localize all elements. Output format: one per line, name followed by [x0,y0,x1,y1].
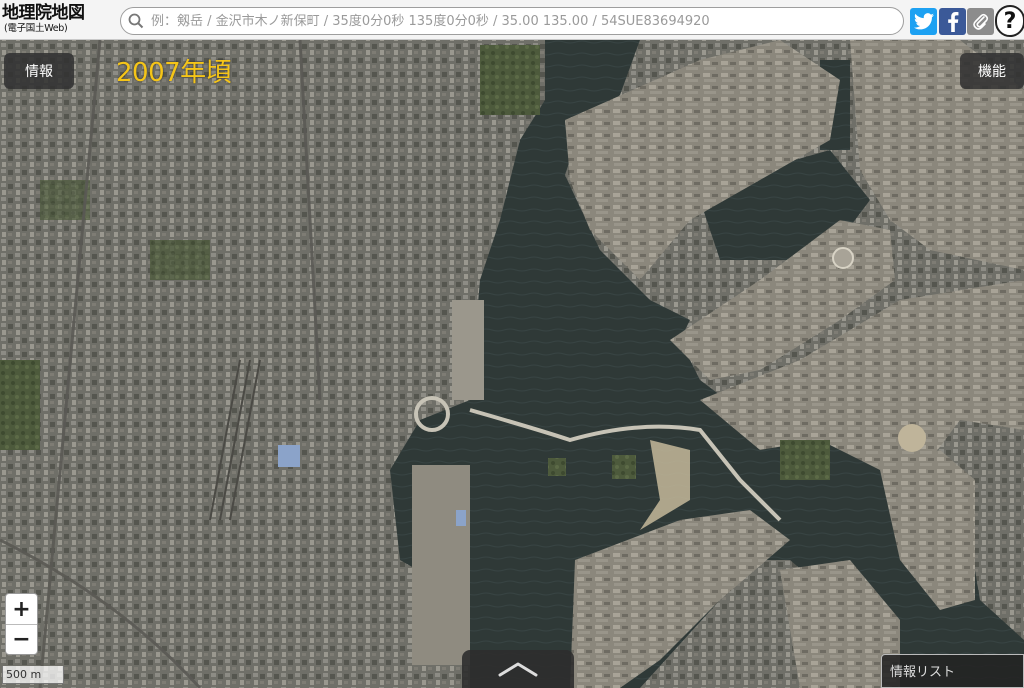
zoom-in-button[interactable]: + [6,594,37,624]
search-box [120,7,904,35]
zoom-control: + − [5,593,38,655]
zoom-out-button[interactable]: − [6,624,37,654]
paperclip-icon [972,13,988,30]
expand-panel-button[interactable] [462,650,574,688]
chevron-up-icon [498,662,538,677]
help-icon: ? [1003,8,1017,34]
help-button[interactable]: ? [995,5,1024,37]
info-button[interactable]: 情報 [4,53,74,89]
twitter-icon [913,13,934,30]
function-button[interactable]: 機能 [960,53,1024,89]
site-logo[interactable]: 地理院地図 (電子国土Web) [2,3,118,39]
search-input[interactable] [151,9,891,33]
map-imagery [0,0,1024,688]
twitter-share-button[interactable] [910,8,937,35]
scale-bar: 500 m [2,666,64,684]
aerial-map[interactable] [0,0,1024,688]
logo-subtitle: (電子国土Web) [4,23,68,34]
link-share-button[interactable] [967,8,994,35]
facebook-icon [947,11,958,32]
top-bar: 地理院地図 (電子国土Web) ? [0,0,1024,40]
search-icon[interactable] [121,8,151,34]
logo-title: 地理院地図 [2,3,85,23]
layer-year-label: 2007年頃 [116,58,232,88]
info-list-button[interactable]: 情報リスト [881,654,1024,688]
facebook-share-button[interactable] [939,8,966,35]
